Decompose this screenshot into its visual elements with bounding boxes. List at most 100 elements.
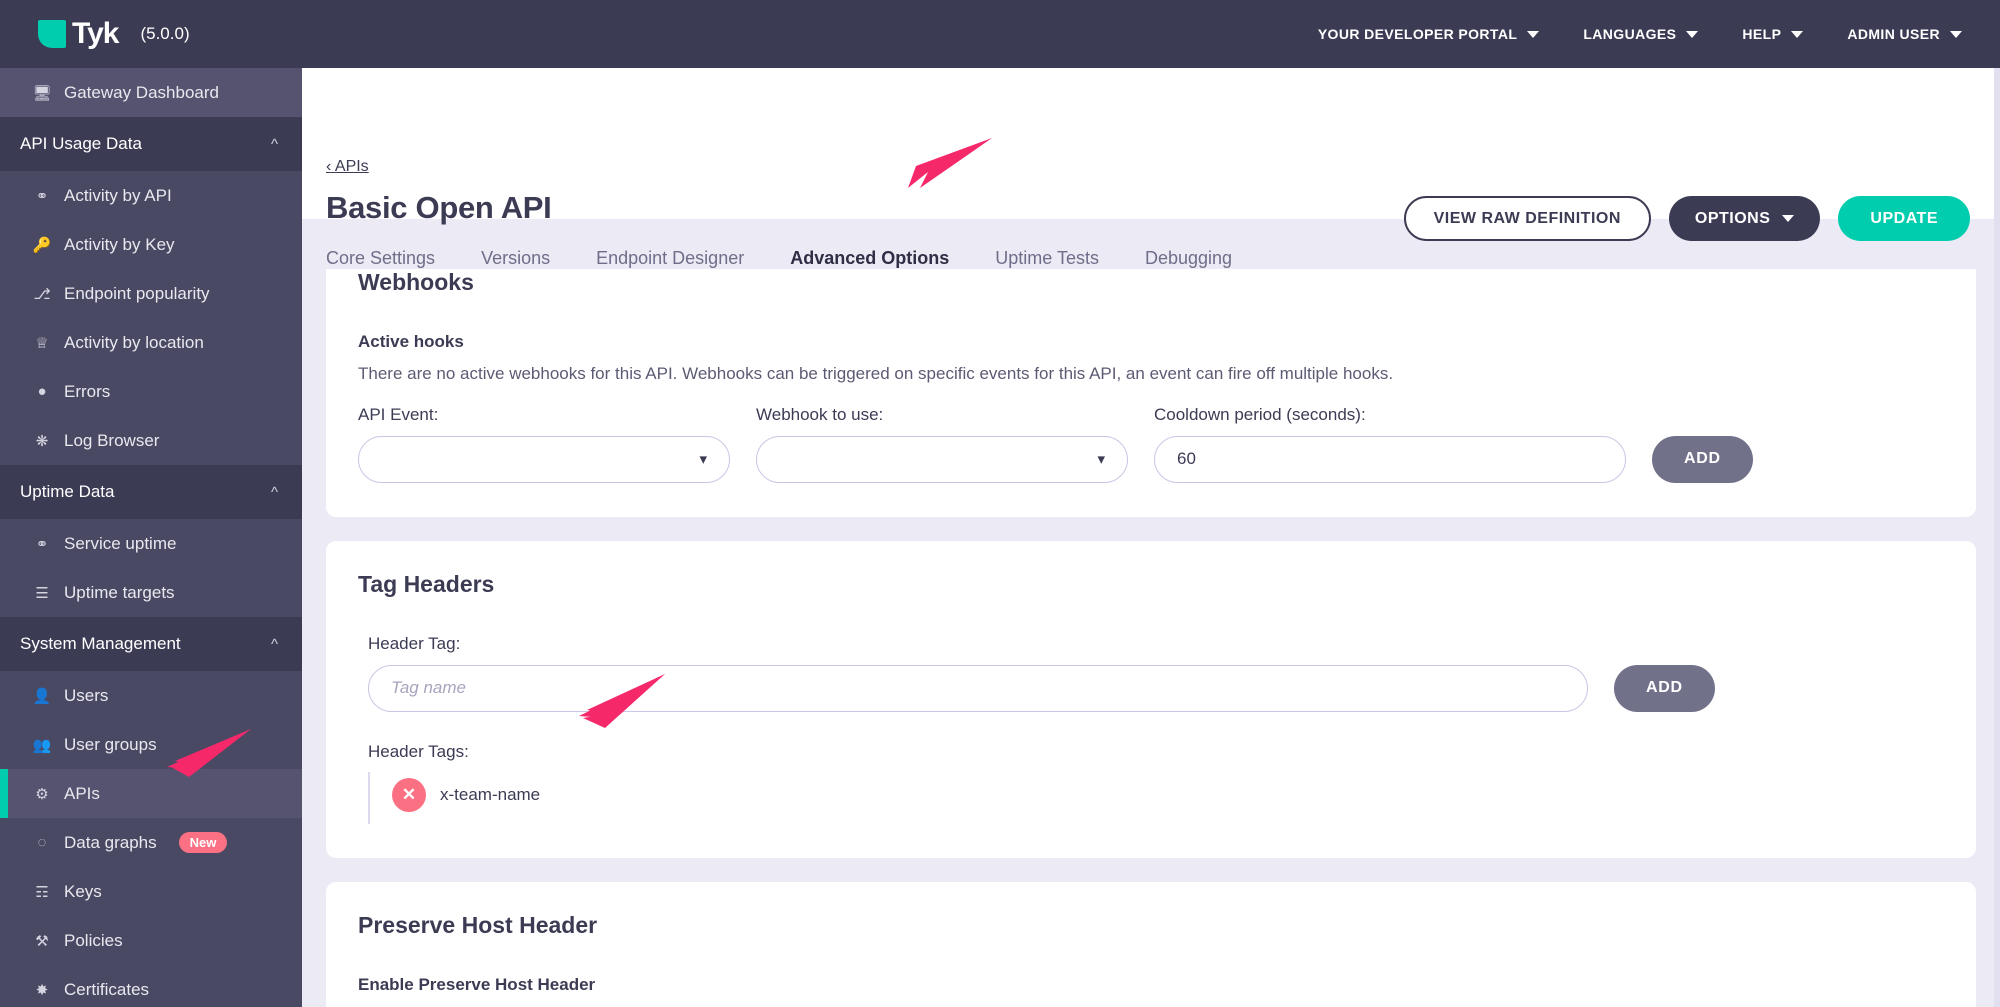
sitemap-icon: ⚭ <box>32 535 52 553</box>
header-actions: VIEW RAW DEFINITION OPTIONS UPDATE <box>1404 196 1970 241</box>
webhooks-description: There are no active webhooks for this AP… <box>358 362 1944 387</box>
nav-languages-label: LANGUAGES <box>1583 26 1676 42</box>
sidebar-item-uptime-targets[interactable]: ☰ Uptime targets <box>0 568 302 617</box>
sidebar-item-keys[interactable]: ☶ Keys <box>0 867 302 916</box>
user-icon: 👤 <box>32 687 52 705</box>
breadcrumb-label: APIs <box>335 158 369 175</box>
sidebar-item-data-graphs[interactable]: ◌ Data graphs New <box>0 818 302 867</box>
sidebar-item-label: APIs <box>64 784 100 804</box>
tyk-logo-icon <box>38 20 66 48</box>
sidebar-group-api-usage-data[interactable]: API Usage Data ^ <box>0 117 302 171</box>
sidebar-item-label: Data graphs <box>64 833 157 853</box>
webhooks-section-title: Webhooks <box>358 269 1944 296</box>
breadcrumb[interactable]: ‹ APIs <box>326 158 369 176</box>
sidebar-group-label: API Usage Data <box>20 134 142 154</box>
new-badge: New <box>179 832 228 853</box>
nav-admin-user[interactable]: ADMIN USER <box>1847 26 1962 42</box>
sidebar-group-system-management[interactable]: System Management ^ <box>0 617 302 671</box>
webhook-to-use-select[interactable]: ▾ <box>756 436 1128 483</box>
sidebar-item-label: Uptime targets <box>64 583 175 603</box>
gears-icon: ⚙ <box>32 785 52 803</box>
sidebar-item-activity-by-location[interactable]: ♕ Activity by location <box>0 318 302 367</box>
sidebar-item-label: Certificates <box>64 980 149 1000</box>
certificate-icon: ✸ <box>32 981 52 999</box>
sidebar-group-label: Uptime Data <box>20 482 114 502</box>
chevron-down-icon <box>1686 31 1698 38</box>
api-event-select[interactable]: ▾ <box>358 436 730 483</box>
sidebar-item-certificates[interactable]: ✸ Certificates <box>0 965 302 1007</box>
sidebar-item-endpoint-popularity[interactable]: ⎇ Endpoint popularity <box>0 269 302 318</box>
api-event-field: API Event: ▾ <box>358 405 730 483</box>
sidebar-item-label: Endpoint popularity <box>64 284 210 304</box>
sidebar-item-policies[interactable]: ⚒ Policies <box>0 916 302 965</box>
cooldown-field: Cooldown period (seconds): 60 <box>1154 405 1626 483</box>
nav-languages[interactable]: LANGUAGES <box>1583 26 1698 42</box>
api-event-label: API Event: <box>358 405 730 425</box>
sidebar-item-label: Service uptime <box>64 534 176 554</box>
nav-developer-portal-label: YOUR DEVELOPER PORTAL <box>1318 26 1518 42</box>
sidebar-group-label: System Management <box>20 634 181 654</box>
chevron-down-icon <box>1791 31 1803 38</box>
webhooks-card: Webhooks Active hooks There are no activ… <box>326 269 1976 517</box>
nav-admin-user-label: ADMIN USER <box>1847 26 1940 42</box>
tag-headers-add-button[interactable]: ADD <box>1614 665 1715 712</box>
sidebar-item-activity-by-api[interactable]: ⚭ Activity by API <box>0 171 302 220</box>
header-tags-label: Header Tags: <box>368 742 1944 762</box>
version-label: (5.0.0) <box>140 24 189 44</box>
cooldown-input[interactable]: 60 <box>1154 436 1626 483</box>
sidebar-group-uptime-data[interactable]: Uptime Data ^ <box>0 465 302 519</box>
webhooks-add-button[interactable]: ADD <box>1652 436 1753 483</box>
key-icon: 🔑 <box>32 236 52 254</box>
webhook-to-use-label: Webhook to use: <box>756 405 1128 425</box>
sidebar-item-label: Activity by location <box>64 333 204 353</box>
preserve-host-header-card: Preserve Host Header Enable Preserve Hos… <box>326 882 1976 1007</box>
vertical-scrollbar[interactable] <box>1994 68 2000 1007</box>
webhooks-form-row: API Event: ▾ Webhook to use: ▾ <box>358 405 1944 483</box>
cooldown-label: Cooldown period (seconds): <box>1154 405 1626 425</box>
globe-icon: ♕ <box>32 334 52 352</box>
chevron-down-icon <box>1782 215 1794 222</box>
main-content: ‹ APIs Basic Open API Core Settings Vers… <box>302 68 2000 1007</box>
sidebar-item-activity-by-key[interactable]: 🔑 Activity by Key <box>0 220 302 269</box>
sidebar-item-label: Errors <box>64 382 110 402</box>
sidebar-item-label: User groups <box>64 735 157 755</box>
chevron-left-icon: ‹ <box>326 158 331 175</box>
page-header: ‹ APIs Basic Open API Core Settings Vers… <box>302 68 2000 219</box>
nav-help-label: HELP <box>1742 26 1781 42</box>
branch-icon: ⎇ <box>32 285 52 303</box>
sidebar-item-label: Users <box>64 686 108 706</box>
content-scroll-area[interactable]: Webhooks Active hooks There are no activ… <box>302 269 2000 1007</box>
sidebar-item-service-uptime[interactable]: ⚭ Service uptime <box>0 519 302 568</box>
webhook-to-use-field: Webhook to use: ▾ <box>756 405 1128 483</box>
update-button[interactable]: UPDATE <box>1838 196 1970 241</box>
chevron-down-icon: ▾ <box>1097 450 1105 468</box>
sidebar-item-users[interactable]: 👤 Users <box>0 671 302 720</box>
preserve-host-section-title: Preserve Host Header <box>358 912 1944 939</box>
nav-developer-portal[interactable]: YOUR DEVELOPER PORTAL <box>1318 26 1540 42</box>
nav-help[interactable]: HELP <box>1742 26 1803 42</box>
chevron-down-icon <box>1950 31 1962 38</box>
sidebar-item-log-browser[interactable]: ❋ Log Browser <box>0 416 302 465</box>
logo-text: Tyk <box>72 17 118 51</box>
sidebar-item-gateway-dashboard[interactable]: 🖥 Gateway Dashboard <box>0 68 302 117</box>
list-icon: ☰ <box>32 584 52 602</box>
brand-logo[interactable]: Tyk (5.0.0) <box>0 17 190 51</box>
sidebar-item-label: Log Browser <box>64 431 159 451</box>
sidebar-item-errors[interactable]: ● Errors <box>0 367 302 416</box>
plug-icon: ⚒ <box>32 932 52 950</box>
options-button[interactable]: OPTIONS <box>1669 196 1821 241</box>
top-bar: Tyk (5.0.0) YOUR DEVELOPER PORTAL LANGUA… <box>0 0 2000 68</box>
tag-headers-section-title: Tag Headers <box>358 571 1944 598</box>
app-root: Tyk (5.0.0) YOUR DEVELOPER PORTAL LANGUA… <box>0 0 2000 1007</box>
sidebar-item-label: Activity by Key <box>64 235 175 255</box>
preserve-host-enable-title: Enable Preserve Host Header <box>358 975 1944 995</box>
chevron-up-icon: ^ <box>271 136 278 153</box>
sidebar-item-label: Policies <box>64 931 123 951</box>
view-raw-definition-button[interactable]: VIEW RAW DEFINITION <box>1404 196 1651 241</box>
close-icon[interactable]: ✕ <box>392 778 426 812</box>
sidebar-item-apis[interactable]: ⚙ APIs <box>0 769 302 818</box>
sidebar-item-label: Keys <box>64 882 102 902</box>
sidebar-item-user-groups[interactable]: 👥 User groups <box>0 720 302 769</box>
header-tag-input[interactable]: Tag name <box>368 665 1588 712</box>
header-tag-label: Header Tag: <box>368 634 1944 654</box>
